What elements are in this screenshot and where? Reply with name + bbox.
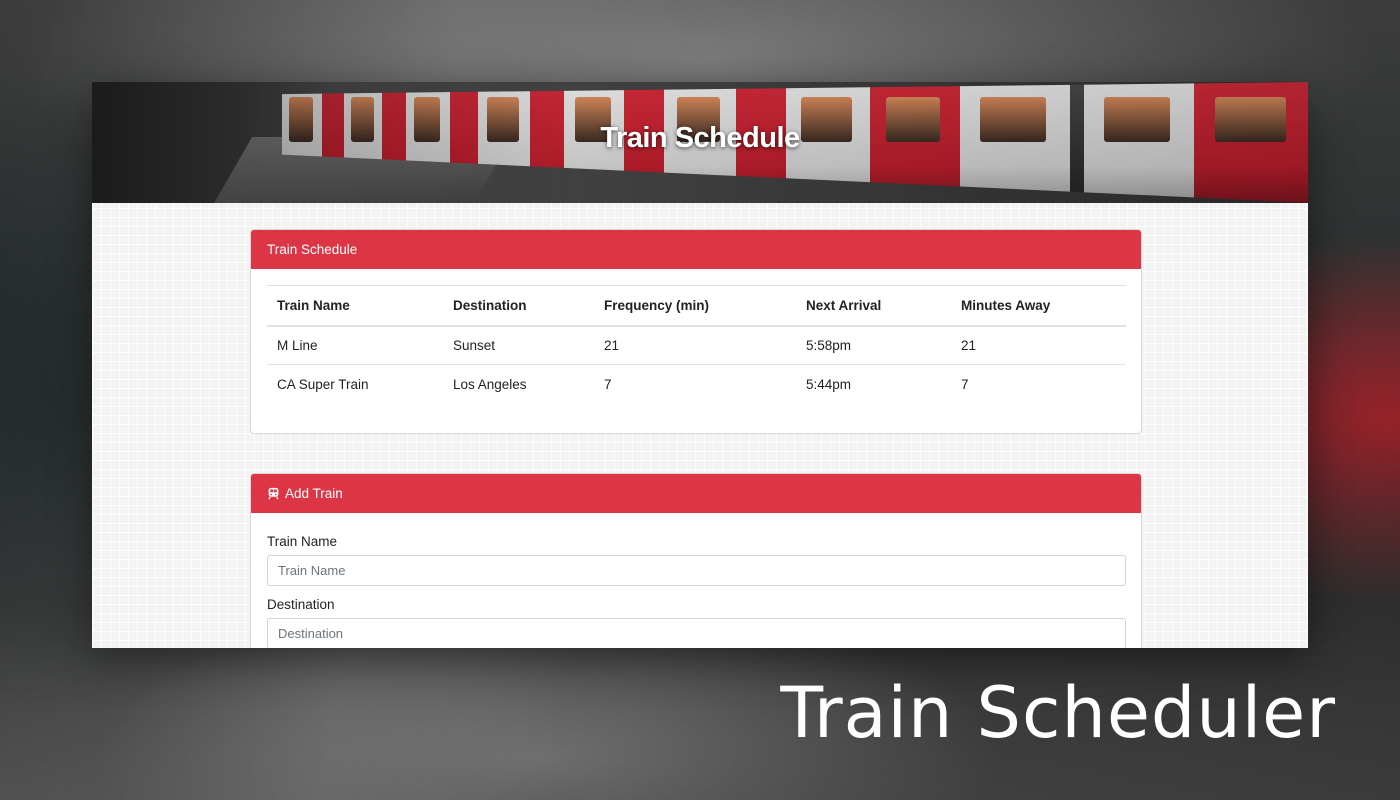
train-icon <box>267 487 280 500</box>
cell-next-arrival: 5:44pm <box>806 376 852 392</box>
column-header-minutes-away: Minutes Away <box>961 297 1051 313</box>
table-row: CA Super Train Los Angeles 7 5:44pm 7 <box>267 364 1126 404</box>
schedule-card-title: Train Schedule <box>267 242 358 257</box>
cell-minutes-away: 21 <box>961 337 977 353</box>
train-name-input[interactable] <box>267 555 1126 586</box>
cell-frequency: 7 <box>604 376 612 392</box>
cell-next-arrival: 5:58pm <box>806 337 852 353</box>
table-row: M Line Sunset 21 5:58pm 21 <box>267 326 1126 365</box>
browser-viewport: Train Schedule Train Schedule Train Name… <box>92 82 1308 648</box>
train-name-label: Train Name <box>267 534 338 549</box>
cell-train-name: M Line <box>277 337 318 353</box>
schedule-card-header: Train Schedule <box>251 230 1141 269</box>
cell-train-name: CA Super Train <box>277 376 369 392</box>
cell-destination: Los Angeles <box>453 376 527 392</box>
add-train-card-header: Add Train <box>251 474 1141 513</box>
destination-input[interactable] <box>267 618 1126 648</box>
page-title: Train Schedule <box>600 122 800 154</box>
add-train-card-title: Add Train <box>285 486 343 501</box>
schedule-card: Train Schedule Train Name Destination Fr… <box>250 229 1142 434</box>
add-train-card: Add Train Train Name Destination <box>250 473 1142 648</box>
cell-frequency: 21 <box>604 337 620 353</box>
add-train-form: Train Name Destination <box>251 513 1141 648</box>
destination-label: Destination <box>267 597 335 612</box>
table-header-row: Train Name Destination Frequency (min) N… <box>267 285 1126 326</box>
column-header-next-arrival: Next Arrival <box>806 297 882 313</box>
column-header-train-name: Train Name <box>277 297 350 313</box>
cell-destination: Sunset <box>453 337 496 353</box>
cell-minutes-away: 7 <box>961 376 969 392</box>
column-header-destination: Destination <box>453 297 527 313</box>
promo-caption: Train Scheduler <box>780 672 1336 754</box>
hero-banner: Train Schedule <box>92 82 1308 203</box>
schedule-table: Train Name Destination Frequency (min) N… <box>267 285 1126 404</box>
column-header-frequency: Frequency (min) <box>604 297 710 313</box>
